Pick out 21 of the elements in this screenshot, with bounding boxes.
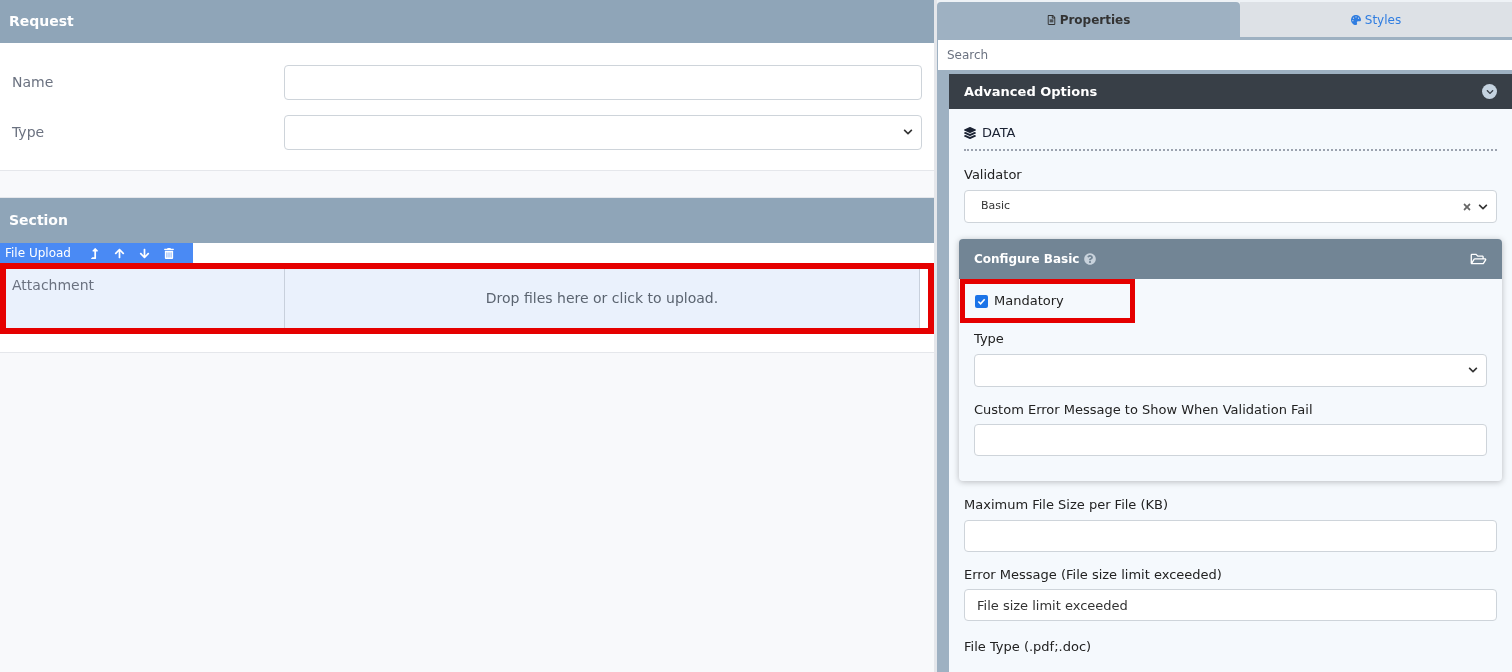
- dropzone[interactable]: Drop files here or click to upload.: [285, 269, 920, 328]
- field-label: Name: [12, 72, 55, 92]
- component-toolbar: File Upload: [0, 243, 193, 263]
- field-label: Error Message (File size limit exceeded): [964, 565, 1223, 584]
- group-title: DATA: [982, 124, 1016, 142]
- checkbox-label: Mandatory: [994, 292, 1064, 311]
- tab[interactable]: Properties: [937, 2, 1240, 37]
- card-header: Configure Basic: [959, 239, 1502, 279]
- field-label: File Type (.pdf;.doc): [964, 639, 1092, 654]
- field-label: Custom Error Message to Show When Validation Fail: [974, 400, 1314, 419]
- field-label: Maximum File Size per File (KB): [964, 496, 1170, 514]
- section-header: Request: [0, 0, 934, 43]
- search-field[interactable]: Search: [938, 40, 1512, 70]
- field-label: Type: [12, 122, 46, 142]
- select-field[interactable]: Basic: [964, 190, 1497, 223]
- field-label: Attachment: [12, 276, 95, 295]
- field-label: Validator: [964, 165, 1023, 184]
- field-label: Type: [974, 330, 1005, 348]
- input-field[interactable]: File size limit exceeded: [964, 589, 1497, 621]
- section-header: Section: [0, 197, 934, 243]
- accordion-header[interactable]: Advanced Options: [949, 74, 1512, 109]
